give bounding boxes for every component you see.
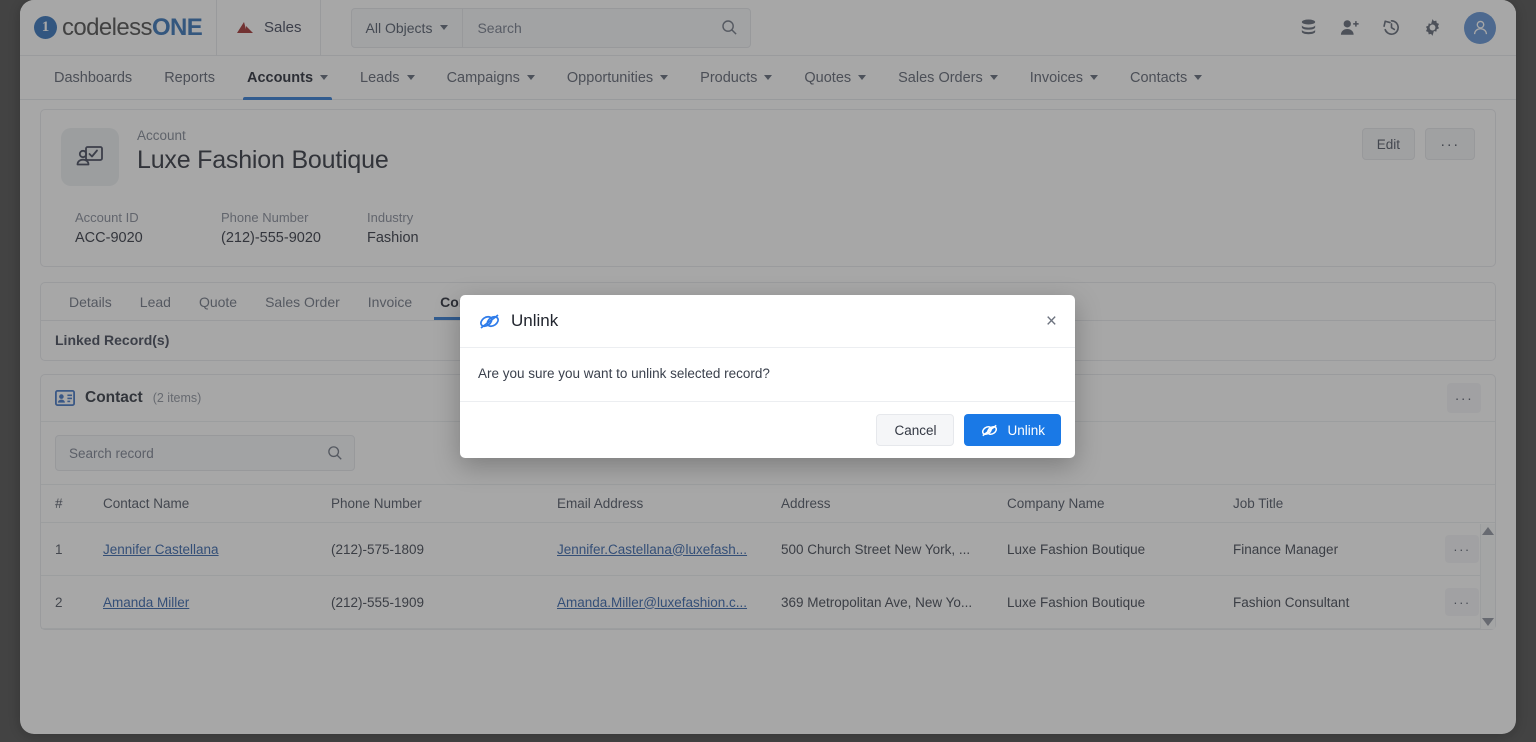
confirm-unlink-button[interactable]: Unlink: [964, 414, 1061, 446]
dialog-footer: Cancel Unlink: [460, 402, 1075, 458]
confirm-unlink-label: Unlink: [1007, 422, 1045, 438]
screen: 1 codelessONE Sales All Objects Search D…: [0, 0, 1536, 742]
unlink-dialog: Unlink × Are you sure you want to unlink…: [460, 295, 1075, 458]
dialog-message: Are you sure you want to unlink selected…: [460, 347, 1075, 402]
cancel-button[interactable]: Cancel: [876, 414, 955, 446]
dialog-title: Unlink: [511, 311, 559, 330]
close-icon[interactable]: ×: [1046, 312, 1057, 331]
dialog-header: Unlink ×: [460, 295, 1075, 347]
unlink-icon: [478, 312, 501, 331]
unlink-icon-small: [982, 424, 998, 436]
